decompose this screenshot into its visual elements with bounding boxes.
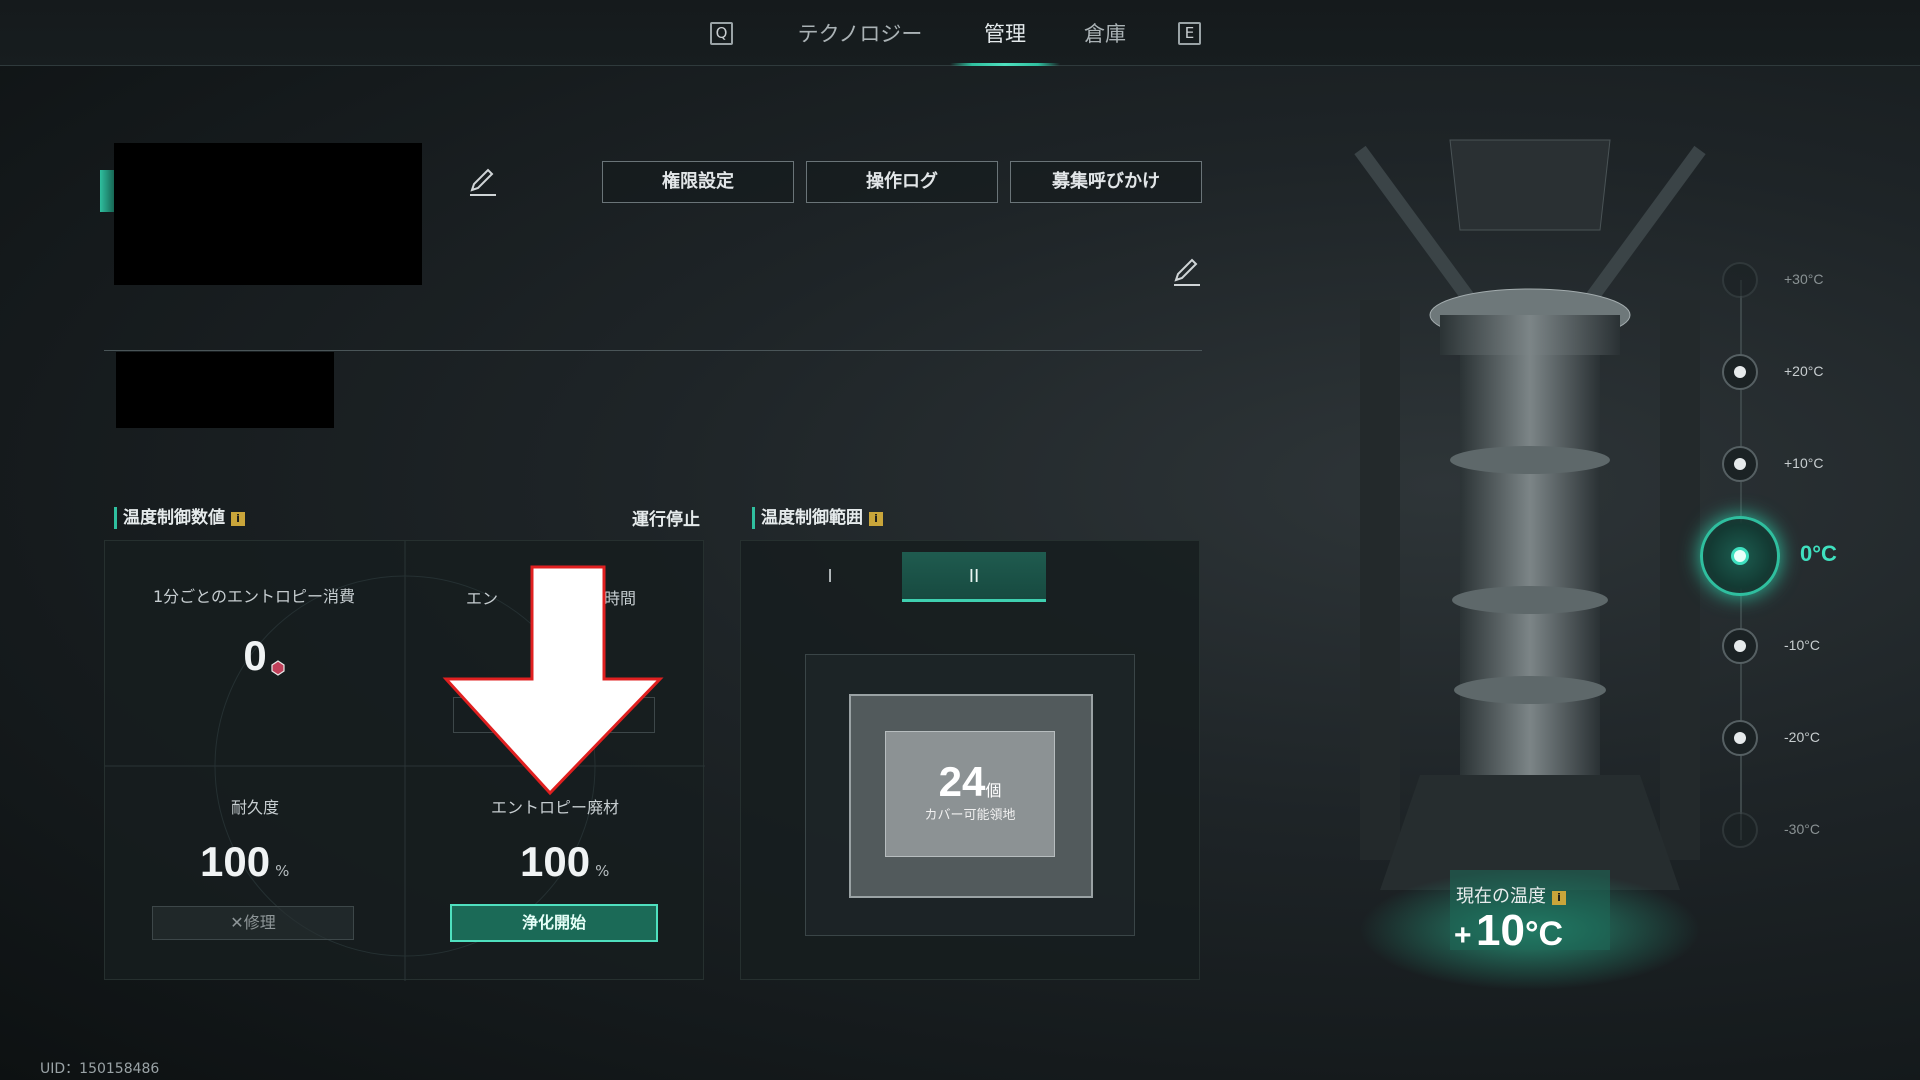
active-tab-indicator xyxy=(950,63,1060,66)
operation-log-button[interactable]: 操作ログ xyxy=(806,161,998,203)
lock-icon xyxy=(1722,812,1758,848)
scale-label-zero: 0°C xyxy=(1800,541,1837,566)
info-icon[interactable]: i xyxy=(869,512,883,526)
uid-text: UID：150158486 xyxy=(40,1061,160,1077)
current-temp-value: 10 xyxy=(1475,906,1525,955)
scale-tick-zero[interactable]: 0°C xyxy=(1700,516,1880,596)
temp-range-title: 温度制御範囲 i xyxy=(752,507,952,529)
entropy-waste-label: エントロピー廃材 xyxy=(490,798,619,817)
tab-warehouse[interactable]: 倉庫 xyxy=(1065,0,1145,66)
edit-notice-pencil-icon[interactable] xyxy=(1170,254,1204,288)
scale-tick-minus10[interactable]: -10°C xyxy=(1722,628,1842,664)
furnace-tower-image xyxy=(1354,139,1706,990)
durability-value: 100 xyxy=(200,838,271,885)
temp-control-title: 温度制御数値 i xyxy=(114,507,314,529)
recruit-button[interactable]: 募集呼びかけ xyxy=(1010,161,1202,203)
waste-readout: 100 % xyxy=(520,838,660,886)
permissions-button[interactable]: 権限設定 xyxy=(602,161,794,203)
tab-technology[interactable]: テクノロジー xyxy=(780,0,940,66)
range-tab-1[interactable]: I xyxy=(760,552,900,602)
coverage-label: カバー可能領地 xyxy=(924,808,1016,823)
current-temp-unit: °C xyxy=(1524,915,1564,953)
start-purification-button[interactable]: 浄化開始 xyxy=(450,904,658,942)
durability-unit: % xyxy=(275,862,290,880)
coverage-count-value: 24 xyxy=(938,758,986,805)
scale-label-minus20: -20°C xyxy=(1784,729,1820,745)
waste-value: 100 xyxy=(520,838,591,885)
redacted-name xyxy=(114,143,422,285)
selected-tick-dot xyxy=(1731,547,1749,565)
scale-tick-plus20[interactable]: +20°C xyxy=(1722,354,1842,390)
durability-readout: 100 % xyxy=(200,838,340,886)
coverage-count-unit: 個 xyxy=(985,781,1002,800)
current-temp-label: 現在の温度 i xyxy=(1456,882,1596,908)
coverage-count: 24個 xyxy=(885,758,1055,806)
repair-button[interactable]: ✕修理 xyxy=(152,906,354,940)
current-temp-readout: + 10°C xyxy=(1454,906,1614,956)
info-icon[interactable]: i xyxy=(231,512,245,526)
waste-unit: % xyxy=(595,862,610,880)
scale-label-plus20: +20°C xyxy=(1784,363,1824,379)
scale-label-plus10: +10°C xyxy=(1784,455,1824,471)
durability-label: 耐久度 xyxy=(230,798,279,817)
e-key-hint[interactable]: E xyxy=(1178,22,1201,45)
scale-tick-plus30[interactable]: +30°C xyxy=(1722,262,1842,298)
scale-tick-minus30[interactable]: -30°C xyxy=(1722,812,1842,848)
name-accent-bar xyxy=(100,170,114,212)
redacted-info xyxy=(116,352,334,428)
scale-label-minus10: -10°C xyxy=(1784,637,1820,653)
wrench-icon: ✕ xyxy=(230,913,244,932)
scale-tick-plus10[interactable]: +10°C xyxy=(1722,446,1842,482)
info-icon[interactable]: i xyxy=(1552,891,1566,905)
annotation-arrow-icon xyxy=(442,565,664,796)
selected-tick-ring xyxy=(1700,516,1780,596)
scale-label-minus30: -30°C xyxy=(1784,821,1820,837)
range-tab-2[interactable]: II xyxy=(902,552,1046,602)
q-key-hint[interactable]: Q xyxy=(710,22,733,45)
scale-label-plus30: +30°C xyxy=(1784,271,1824,287)
operation-status: 運行停止 xyxy=(632,510,700,530)
entropy-per-minute-label: 1分ごとのエントロピー消費 xyxy=(152,587,356,606)
current-temp-sign: + xyxy=(1454,919,1472,952)
edit-name-pencil-icon[interactable] xyxy=(466,164,500,198)
scale-tick-minus20[interactable]: -20°C xyxy=(1722,720,1842,756)
tab-management[interactable]: 管理 xyxy=(960,0,1050,66)
entropy-crystal-icon xyxy=(271,660,285,676)
lock-icon xyxy=(1722,262,1758,298)
repair-button-label: 修理 xyxy=(243,913,276,932)
header-divider xyxy=(104,350,1202,351)
